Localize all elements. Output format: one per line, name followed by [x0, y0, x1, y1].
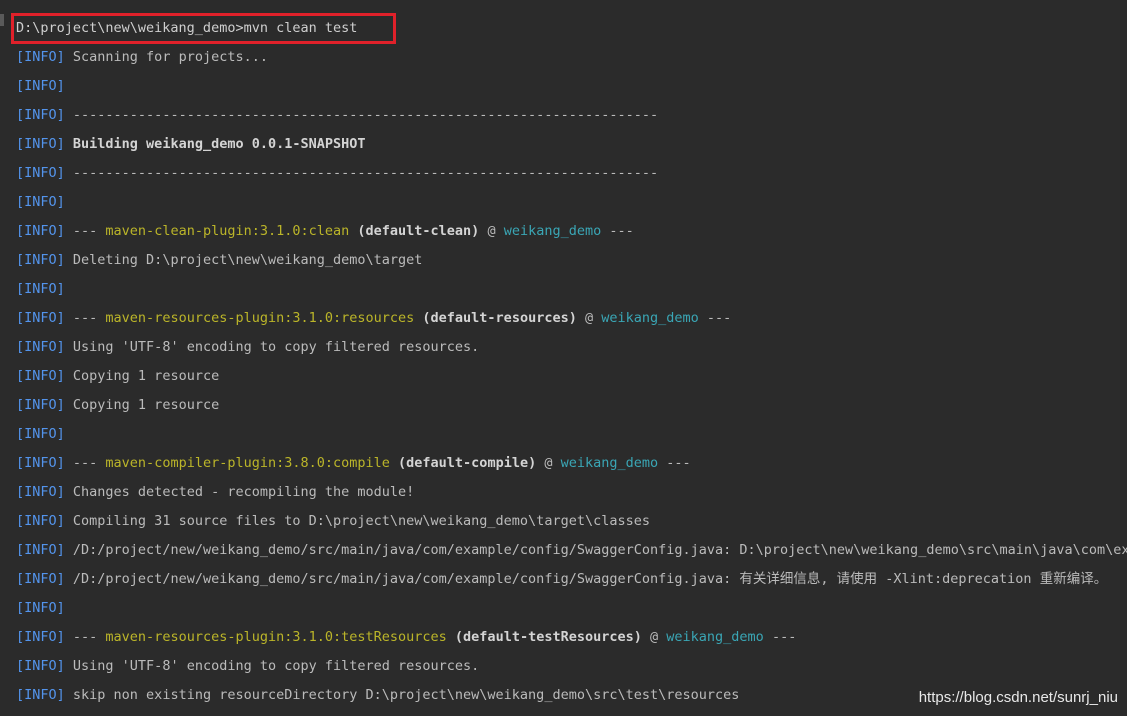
log-line: [INFO]: [16, 75, 1127, 104]
project-name: weikang_demo: [666, 629, 764, 645]
log-line: [INFO] --- maven-clean-plugin:3.1.0:clea…: [16, 220, 1127, 249]
log-text: Copying 1 resource: [64, 368, 220, 384]
log-line: [INFO] ---------------------------------…: [16, 162, 1127, 191]
log-line: [INFO] Using 'UTF-8' encoding to copy fi…: [16, 655, 1127, 684]
plugin-goal: maven-clean-plugin:3.1.0:clean: [105, 223, 350, 239]
plugin-goal: maven-resources-plugin:3.1.0:resources: [105, 310, 415, 326]
log-line: [INFO]: [16, 423, 1127, 452]
console-output: D:\project\new\weikang_demo>mvn clean te…: [16, 17, 1127, 713]
log-line: [INFO] /D:/project/new/weikang_demo/src/…: [16, 568, 1127, 597]
info-tag: [INFO]: [16, 484, 65, 500]
log-line: [INFO] Scanning for projects...: [16, 46, 1127, 75]
info-tag: [INFO]: [16, 107, 65, 123]
separator-dashes: ---: [64, 223, 106, 239]
project-name: weikang_demo: [560, 455, 659, 471]
at-sign: @: [641, 629, 667, 645]
log-line: [INFO] ---------------------------------…: [16, 104, 1127, 133]
info-tag: [INFO]: [16, 136, 65, 152]
log-line: [INFO] Copying 1 resource: [16, 365, 1127, 394]
info-tag: [INFO]: [16, 252, 65, 268]
info-tag: [INFO]: [16, 513, 65, 529]
log-text: Using 'UTF-8' encoding to copy filtered …: [64, 658, 480, 674]
at-sign: @: [576, 310, 602, 326]
info-tag: [INFO]: [16, 687, 65, 703]
separator-dashes: ---: [64, 455, 106, 471]
info-tag: [INFO]: [16, 223, 65, 239]
info-tag: [INFO]: [16, 542, 65, 558]
log-text: skip non existing resourceDirectory D:\p…: [64, 687, 740, 703]
plugin-goal: maven-compiler-plugin:3.8.0:compile: [105, 455, 390, 471]
log-line: [INFO] --- maven-resources-plugin:3.1.0:…: [16, 307, 1127, 336]
separator-dashes: ---: [601, 223, 634, 239]
log-line: [INFO] --- maven-resources-plugin:3.1.0:…: [16, 626, 1127, 655]
info-tag: [INFO]: [16, 78, 65, 94]
execution-id: (default-resources): [414, 310, 577, 326]
execution-id: (default-testResources): [446, 629, 642, 645]
log-line: [INFO] /D:/project/new/weikang_demo/src/…: [16, 539, 1127, 568]
info-tag: [INFO]: [16, 194, 65, 210]
log-line: [INFO]: [16, 278, 1127, 307]
info-tag: [INFO]: [16, 368, 65, 384]
log-line: [INFO] --- maven-compiler-plugin:3.8.0:c…: [16, 452, 1127, 481]
info-tag: [INFO]: [16, 658, 65, 674]
log-line: [INFO] Building weikang_demo 0.0.1-SNAPS…: [16, 133, 1127, 162]
separator-dashes: ---: [64, 310, 106, 326]
log-text: Deleting D:\project\new\weikang_demo\tar…: [64, 252, 423, 268]
info-tag: [INFO]: [16, 165, 65, 181]
terminal-window[interactable]: D:\project\new\weikang_demo>mvn clean te…: [0, 0, 1127, 716]
info-tag: [INFO]: [16, 455, 65, 471]
info-tag: [INFO]: [16, 339, 65, 355]
info-tag: [INFO]: [16, 310, 65, 326]
separator-dashes: ---: [763, 629, 797, 645]
command-highlight-box: [11, 13, 396, 44]
at-sign: @: [536, 455, 561, 471]
execution-id: (default-compile): [389, 455, 537, 471]
info-tag: [INFO]: [16, 629, 65, 645]
project-name: weikang_demo: [601, 310, 699, 326]
log-text: Using 'UTF-8' encoding to copy filtered …: [64, 339, 480, 355]
gutter-marker: [0, 14, 4, 26]
log-text: Copying 1 resource: [64, 397, 220, 413]
log-text: ----------------------------------------…: [64, 165, 659, 181]
log-line: [INFO] Using 'UTF-8' encoding to copy fi…: [16, 336, 1127, 365]
info-tag: [INFO]: [16, 281, 65, 297]
log-line: [INFO] Copying 1 resource: [16, 394, 1127, 423]
log-text: /D:/project/new/weikang_demo/src/main/ja…: [64, 571, 1108, 587]
plugin-goal: maven-resources-plugin:3.1.0:testResourc…: [105, 629, 447, 645]
log-text: Changes detected - recompiling the modul…: [64, 484, 415, 500]
project-name: weikang_demo: [503, 223, 602, 239]
info-tag: [INFO]: [16, 571, 65, 587]
execution-id: (default-clean): [349, 223, 480, 239]
log-line: [INFO] Changes detected - recompiling th…: [16, 481, 1127, 510]
separator-dashes: ---: [658, 455, 691, 471]
log-line: [INFO] Deleting D:\project\new\weikang_d…: [16, 249, 1127, 278]
log-line: [INFO]: [16, 597, 1127, 626]
log-text: /D:/project/new/weikang_demo/src/main/ja…: [72, 542, 1127, 558]
log-text: ----------------------------------------…: [64, 107, 659, 123]
info-tag: [INFO]: [16, 49, 65, 65]
log-text: Compiling 31 source files to D:\project\…: [64, 513, 650, 529]
at-sign: @: [479, 223, 504, 239]
separator-dashes: ---: [64, 629, 106, 645]
log-text: Building weikang_demo 0.0.1-SNAPSHOT: [64, 136, 366, 152]
info-tag: [INFO]: [16, 600, 65, 616]
log-line: [INFO]: [16, 191, 1127, 220]
separator-dashes: ---: [698, 310, 732, 326]
info-tag: [INFO]: [16, 426, 65, 442]
log-text: Scanning for projects...: [64, 49, 268, 65]
watermark: https://blog.csdn.net/sunrj_niu: [918, 689, 1118, 706]
log-line: [INFO] Compiling 31 source files to D:\p…: [16, 510, 1127, 539]
info-tag: [INFO]: [16, 397, 65, 413]
